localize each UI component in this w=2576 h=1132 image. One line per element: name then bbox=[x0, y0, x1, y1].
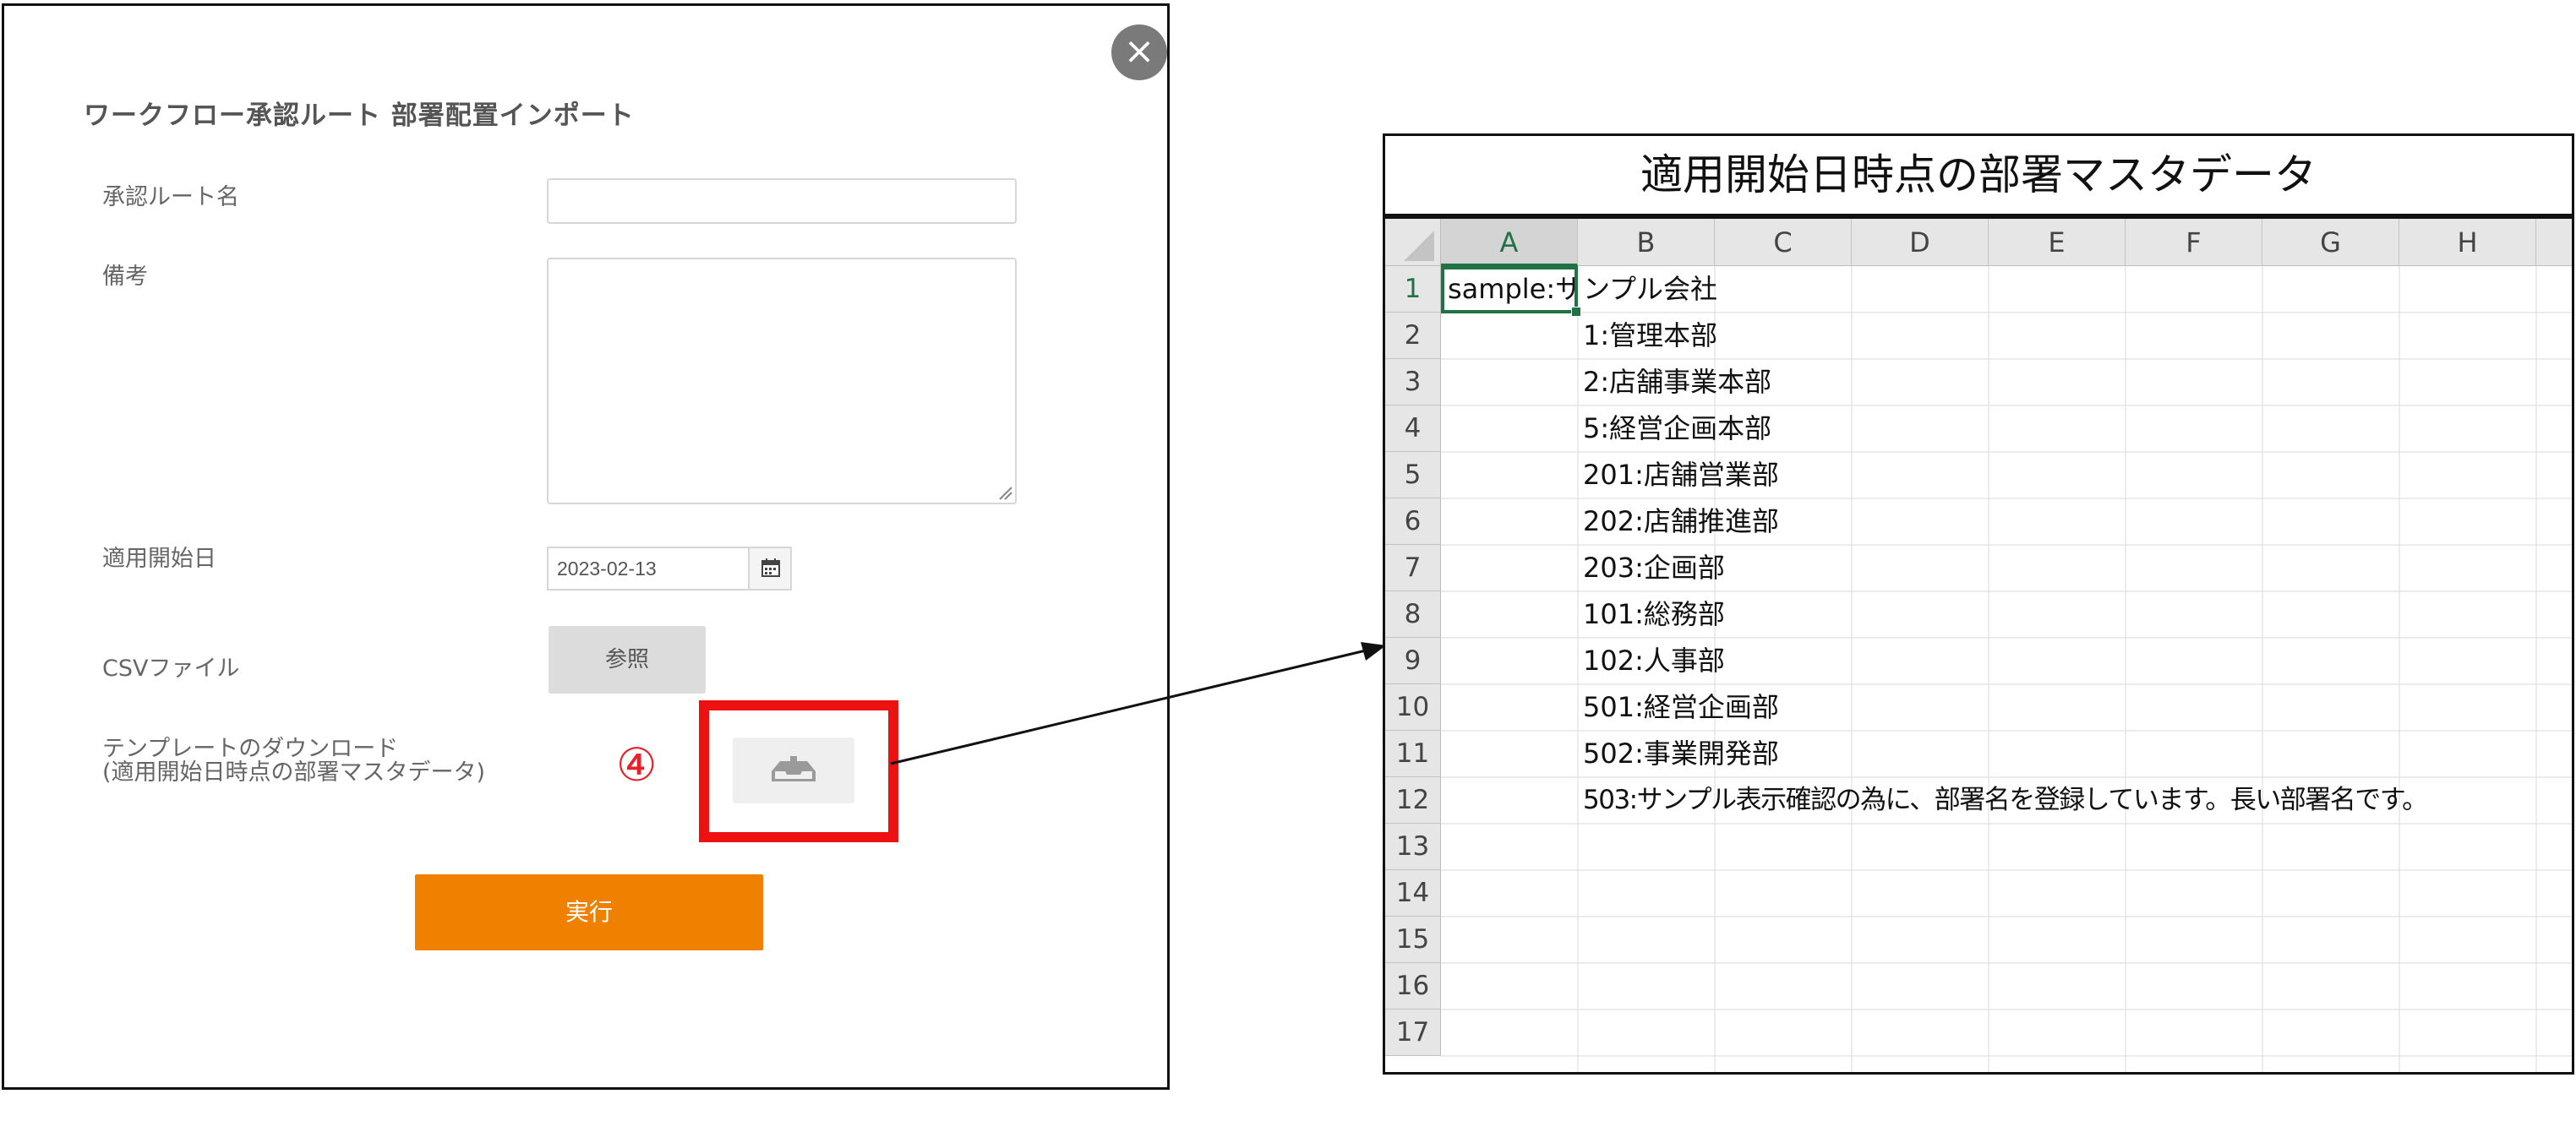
cell-b1[interactable]: ンプル会社 bbox=[1578, 266, 1717, 313]
execute-button[interactable]: 実行 bbox=[415, 874, 763, 950]
template-download-button[interactable] bbox=[733, 737, 854, 803]
cell-b8[interactable]: 101:総務部 bbox=[1578, 591, 1725, 638]
cell-b5[interactable]: 201:店舗営業部 bbox=[1578, 452, 1779, 498]
row-header-16[interactable]: 16 bbox=[1385, 963, 1441, 1010]
cell-b7[interactable]: 203:企画部 bbox=[1578, 545, 1725, 591]
row-header-13[interactable]: 13 bbox=[1385, 824, 1441, 870]
cell-b11[interactable]: 502:事業開発部 bbox=[1578, 731, 1779, 777]
column-header-a[interactable]: A bbox=[1441, 219, 1578, 266]
row-header-7[interactable]: 7 bbox=[1385, 545, 1441, 591]
browse-button[interactable]: 参照 bbox=[548, 626, 706, 694]
row-header-6[interactable]: 6 bbox=[1385, 498, 1441, 545]
cell-b10[interactable]: 501:経営企画部 bbox=[1578, 684, 1779, 731]
spreadsheet-caption: 適用開始日時点の部署マスタデータ bbox=[1383, 133, 2574, 216]
column-header-h[interactable]: H bbox=[2399, 219, 2536, 266]
close-button[interactable]: × bbox=[1111, 24, 1167, 80]
row-header-14[interactable]: 14 bbox=[1385, 870, 1441, 917]
start-date-input[interactable]: 2023-02-13 bbox=[547, 547, 750, 590]
row-header-15[interactable]: 15 bbox=[1385, 917, 1441, 963]
row-header-17[interactable]: 17 bbox=[1385, 1010, 1441, 1056]
column-header-f[interactable]: F bbox=[2126, 219, 2262, 266]
cell-b4[interactable]: 5:経営企画本部 bbox=[1578, 405, 1771, 452]
spreadsheet: A B C D E F G H 1 2 3 4 5 6 7 8 9 10 11 … bbox=[1383, 216, 2574, 1075]
active-cell-selection bbox=[1441, 266, 1578, 313]
row-header-4[interactable]: 4 bbox=[1385, 405, 1441, 452]
cell-b2[interactable]: 1:管理本部 bbox=[1578, 313, 1717, 359]
template-label-line2: (適用開始日時点の部署マスタデータ) bbox=[102, 759, 486, 786]
column-header-c[interactable]: C bbox=[1715, 219, 1852, 266]
download-icon bbox=[772, 756, 816, 781]
row-header-2[interactable]: 2 bbox=[1385, 313, 1441, 359]
cell-b3[interactable]: 2:店舗事業本部 bbox=[1578, 359, 1771, 405]
route-name-input[interactable] bbox=[547, 178, 1017, 224]
row-header-8[interactable]: 8 bbox=[1385, 591, 1441, 638]
row-header-3[interactable]: 3 bbox=[1385, 359, 1441, 405]
column-header-g[interactable]: G bbox=[2262, 219, 2399, 266]
column-header-e[interactable]: E bbox=[1989, 219, 2126, 266]
row-header-1[interactable]: 1 bbox=[1385, 266, 1441, 313]
calendar-icon bbox=[761, 558, 780, 577]
csv-file-label: CSVファイル bbox=[102, 656, 240, 682]
template-download-label: テンプレートのダウンロード (適用開始日時点の部署マスタデータ) bbox=[102, 737, 485, 785]
step-marker: ④ bbox=[616, 738, 658, 792]
row-header-12[interactable]: 12 bbox=[1385, 777, 1441, 824]
row-header-5[interactable]: 5 bbox=[1385, 452, 1441, 498]
select-all-corner[interactable] bbox=[1385, 219, 1441, 266]
calendar-button[interactable] bbox=[748, 547, 792, 590]
column-header-d[interactable]: D bbox=[1852, 219, 1989, 266]
route-name-label: 承認ルート名 bbox=[102, 184, 239, 210]
remarks-textarea[interactable] bbox=[547, 258, 1017, 504]
column-header-b[interactable]: B bbox=[1578, 219, 1715, 266]
dialog-title: ワークフロー承認ルート 部署配置インポート bbox=[84, 101, 635, 131]
row-header-9[interactable]: 9 bbox=[1385, 638, 1441, 684]
row-header-11[interactable]: 11 bbox=[1385, 731, 1441, 777]
cell-b9[interactable]: 102:人事部 bbox=[1578, 638, 1725, 684]
import-dialog: × ワークフロー承認ルート 部署配置インポート 承認ルート名 備考 適用開始日 … bbox=[2, 3, 1170, 1090]
close-icon: × bbox=[1123, 30, 1155, 73]
template-label-line1: テンプレートのダウンロード bbox=[102, 736, 399, 762]
fill-handle[interactable] bbox=[1571, 307, 1581, 317]
cell-b6[interactable]: 202:店舗推進部 bbox=[1578, 498, 1779, 545]
remarks-label: 備考 bbox=[102, 264, 148, 290]
resize-grip-icon[interactable] bbox=[996, 484, 1013, 501]
row-header-10[interactable]: 10 bbox=[1385, 684, 1441, 731]
column-header-overflow bbox=[2536, 219, 2572, 266]
corner-triangle-icon bbox=[1404, 231, 1434, 261]
cell-b12[interactable]: 503:サンプル表示確認の為に、部署名を登録しています。長い部署名です。 bbox=[1578, 777, 2428, 824]
start-date-label: 適用開始日 bbox=[102, 546, 216, 572]
